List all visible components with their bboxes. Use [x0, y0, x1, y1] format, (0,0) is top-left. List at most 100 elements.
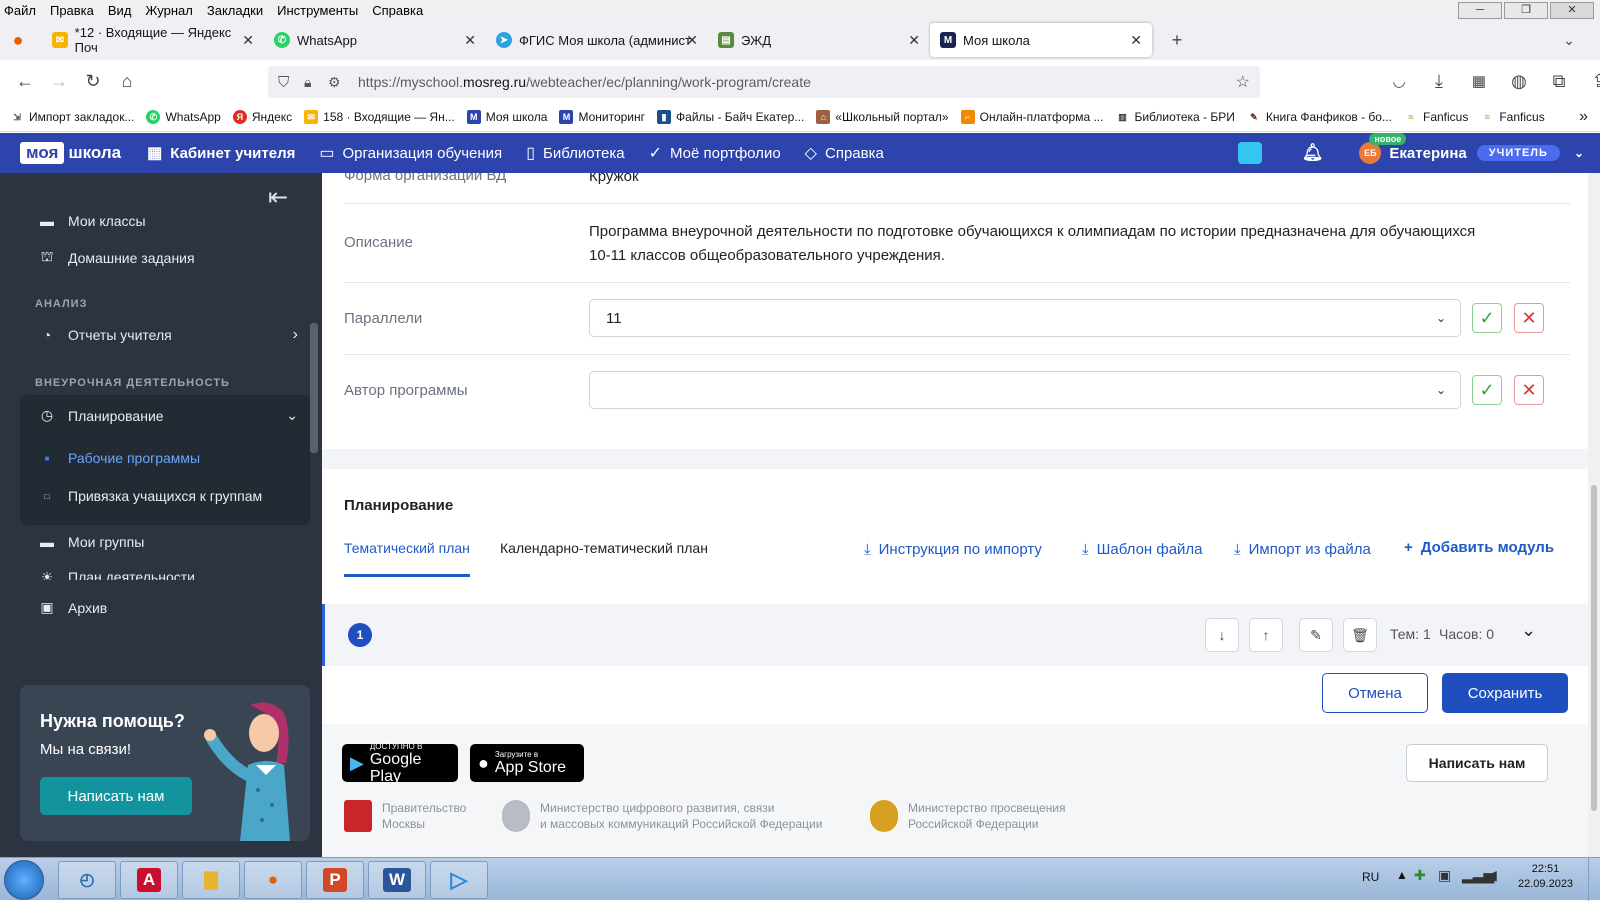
pocket-icon[interactable]: ◡	[1382, 66, 1416, 96]
menu-history[interactable]: Журнал	[145, 3, 192, 18]
start-button[interactable]	[4, 860, 44, 900]
page-scrollbar[interactable]	[1588, 173, 1600, 857]
bookmark-files[interactable]: ▮ Файлы - Байч Екатер...	[657, 109, 804, 124]
firefox-menu-icon[interactable]: ●	[0, 25, 36, 55]
menu-bookmarks[interactable]: Закладки	[207, 3, 263, 18]
taskbar-firefox[interactable]: ●	[244, 861, 302, 899]
nav-library[interactable]: ▯ Библиотека	[526, 143, 624, 163]
taskbar-word[interactable]: W	[368, 861, 426, 899]
bookmark-school-portal[interactable]: ⌂ «Школьный портал»	[816, 109, 949, 124]
bookmark-inbox[interactable]: ✉ 158 · Входящие — Ян...	[304, 109, 455, 124]
taskbar-clock-app[interactable]: ◴	[58, 861, 116, 899]
url-bar[interactable]: ⛉ 🔒︎ ⚙ https://myschool. mosreg.ru/webtea…	[268, 66, 1260, 98]
share-icon[interactable]: ⇪	[1582, 66, 1600, 96]
globe-icon[interactable]: ◍	[1502, 66, 1536, 96]
close-tab-icon[interactable]: ✕	[242, 32, 254, 49]
google-play-button[interactable]: ▶ ДОСТУПНО В Google Play	[342, 742, 458, 785]
move-down-button[interactable]: ↓	[1205, 618, 1239, 652]
gov-digital-ministry[interactable]: Министерство цифрового развития, связи и …	[502, 800, 822, 832]
parallels-select[interactable]: 11 ⌄	[589, 299, 1461, 337]
shield-icon[interactable]: ⛉	[278, 74, 289, 91]
add-module-link[interactable]: + Добавить модуль	[1404, 539, 1554, 556]
user-name[interactable]: Екатерина	[1389, 145, 1466, 162]
extension-icon[interactable]: ▦	[1462, 66, 1496, 96]
footer-write-button[interactable]: Написать нам	[1406, 744, 1548, 782]
reload-icon[interactable]: ↻	[76, 66, 110, 96]
confirm-parallels-button[interactable]: ✓	[1472, 303, 1502, 333]
downloads-icon[interactable]: ⤓	[1422, 66, 1456, 96]
sidebar-item-activity-plan[interactable]: ☀ План деятельности	[38, 569, 195, 580]
avatar[interactable]: ЕБ новое	[1359, 133, 1407, 164]
sidebar-item-archive[interactable]: ▣ Архив	[38, 599, 107, 616]
more-bookmarks-icon[interactable]: »	[1579, 108, 1588, 126]
chat-icon[interactable]	[1237, 142, 1262, 164]
bookmark-whatsapp[interactable]: ✆ WhatsApp	[146, 109, 221, 124]
sidebar-subitem-work-programs[interactable]: ■ Рабочие программы	[38, 450, 201, 466]
lock-icon[interactable]: 🔒︎	[304, 74, 311, 91]
chevron-down-icon[interactable]: ⌄	[1574, 146, 1584, 160]
bookmark-library[interactable]: ▥ Библиотека - БРИ	[1115, 110, 1235, 124]
minimize-button[interactable]: ─	[1458, 2, 1502, 19]
nav-organization[interactable]: ▭ Организация обучения	[319, 143, 502, 163]
nav-portfolio[interactable]: ✓ Моё портфолио	[649, 143, 781, 163]
close-tab-icon[interactable]: ✕	[686, 32, 698, 49]
edit-module-button[interactable]: ✎	[1299, 618, 1333, 652]
tray-clock[interactable]: 22:51 22.09.2023	[1518, 862, 1573, 892]
bookmark-fanficus-1[interactable]: ≈ Fanficus	[1404, 110, 1469, 124]
collapse-menu-icon[interactable]: ⇤	[268, 183, 288, 212]
sidebar-item-my-groups[interactable]: ▬ Мои группы	[38, 534, 144, 550]
tab-thematic-plan[interactable]: Тематический план	[344, 540, 470, 577]
new-tab-icon[interactable]: +	[1160, 25, 1194, 55]
gov-moscow[interactable]: Правительство Москвы	[344, 800, 466, 832]
close-window-button[interactable]: ✕	[1550, 2, 1594, 19]
bell-icon[interactable]: 🔔︎	[1302, 143, 1324, 163]
close-tab-icon[interactable]: ✕	[464, 32, 476, 49]
menu-help[interactable]: Справка	[372, 3, 423, 18]
menu-tools[interactable]: Инструменты	[277, 3, 358, 18]
tab-yandex-mail[interactable]: ✉ *12 · Входящие — Яндекс Поч ✕	[42, 23, 264, 57]
tray-app-icon[interactable]: ✚	[1414, 867, 1426, 884]
extensions-icon[interactable]: ⧉	[1542, 66, 1576, 96]
scrollbar-thumb[interactable]	[1591, 485, 1597, 811]
bookmark-online-platform[interactable]: ⌐ Онлайн-платформа ...	[960, 109, 1103, 124]
import-from-file-link[interactable]: ⤓ Импорт из файла	[1234, 541, 1371, 558]
tab-fgis[interactable]: ➤ ФГИС Моя школа (админист ✕	[486, 23, 708, 57]
nav-help[interactable]: ◇ Справка	[805, 143, 884, 163]
expand-module-icon[interactable]: ⌄	[1521, 620, 1536, 641]
list-tabs-icon[interactable]: ⌄	[1552, 25, 1586, 55]
clear-parallels-button[interactable]: ✕	[1514, 303, 1544, 333]
home-icon[interactable]: ⌂	[110, 66, 144, 96]
tray-expand-icon[interactable]: ▲	[1396, 868, 1408, 882]
menu-view[interactable]: Вид	[108, 3, 132, 18]
save-button[interactable]: Сохранить	[1442, 673, 1568, 713]
star-icon[interactable]: ☆	[1236, 72, 1250, 92]
import-instructions-link[interactable]: ⤓ Инструкция по импорту	[864, 541, 1042, 558]
taskbar-powerpoint[interactable]: P	[306, 861, 364, 899]
tray-device-icon[interactable]: ▣	[1438, 867, 1451, 884]
nav-teacher-cabinet[interactable]: ▦ Кабинет учителя	[147, 143, 295, 163]
restore-button[interactable]: ❐	[1504, 2, 1548, 19]
permissions-icon[interactable]: ⚙	[328, 74, 341, 91]
volume-icon[interactable]: ◀	[1486, 867, 1497, 884]
taskbar-acrobat[interactable]: A	[120, 861, 178, 899]
author-select[interactable]: ⌄	[589, 371, 1461, 409]
sidebar-item-planning[interactable]: ◷ Планирование ⌄	[38, 407, 298, 424]
bookmark-import[interactable]: ⇲ Импорт закладок...	[10, 110, 134, 124]
app-store-button[interactable]: ● Загрузите в App Store	[470, 744, 584, 782]
menu-file[interactable]: Файл	[4, 3, 36, 18]
help-write-button[interactable]: Написать нам	[40, 777, 192, 815]
taskbar-explorer[interactable]: ▇	[182, 861, 240, 899]
bookmark-my-school[interactable]: M Моя школа	[466, 109, 547, 124]
taskbar-media-player[interactable]: ▷	[430, 861, 488, 899]
school-logo[interactable]: моя школа	[20, 142, 121, 164]
tab-whatsapp[interactable]: ✆ WhatsApp ✕	[264, 23, 486, 57]
show-desktop-button[interactable]	[1588, 858, 1600, 901]
bookmark-fanfic-book[interactable]: ✎ Книга Фанфиков - бо...	[1247, 110, 1392, 124]
move-up-button[interactable]: ↑	[1249, 618, 1283, 652]
sidebar-item-homework[interactable]: ⛫ Домашние задания	[38, 248, 195, 267]
sidebar-subitem-student-groups[interactable]: □ Привязка учащихся к группам	[38, 488, 263, 504]
sidebar-item-my-classes[interactable]: ▬ Мои классы	[38, 213, 146, 229]
gov-education-ministry[interactable]: Министерство просвещения Российской Федер…	[870, 800, 1065, 832]
module-row[interactable]: 1 ↓ ↑ ✎ 🗑︎ Тем: 1 Часов: 0 ⌄	[322, 604, 1588, 666]
cancel-button[interactable]: Отмена	[1322, 673, 1428, 713]
